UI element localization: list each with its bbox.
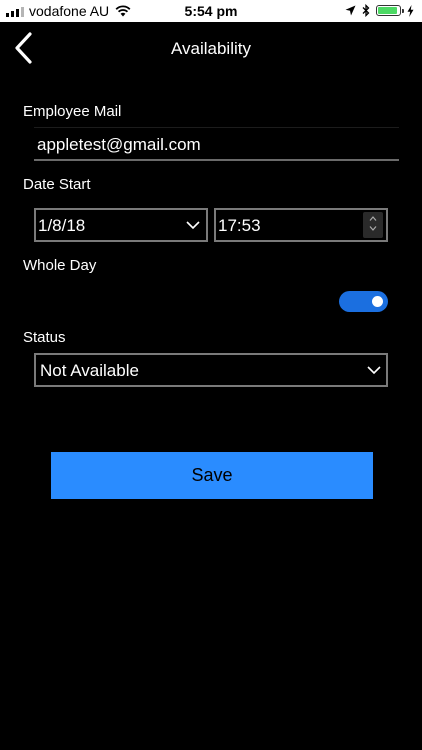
navigation-bar: Availability — [0, 22, 422, 74]
battery-icon — [376, 5, 404, 16]
chevron-down-icon — [367, 366, 381, 375]
status-value: Not Available — [40, 361, 139, 380]
toggle-knob — [372, 296, 383, 307]
status-label: Status — [23, 329, 66, 346]
employee-mail-label: Employee Mail — [23, 103, 122, 120]
status-bar: vodafone AU 5:54 pm — [0, 0, 422, 22]
date-picker[interactable]: 1/8/18 — [34, 208, 208, 242]
whole-day-label: Whole Day — [23, 257, 97, 274]
time-picker[interactable]: 17:53 — [214, 208, 388, 242]
save-button[interactable]: Save — [51, 452, 373, 499]
whole-day-toggle[interactable] — [339, 291, 388, 312]
location-arrow-icon — [345, 5, 356, 16]
date-value: 1/8/18 — [38, 216, 86, 235]
time-stepper[interactable] — [363, 212, 383, 238]
bluetooth-icon — [362, 4, 370, 17]
status-bar-right — [345, 4, 414, 17]
date-start-label: Date Start — [23, 176, 91, 193]
battery-level — [378, 7, 397, 14]
employee-mail-field[interactable]: appletest@gmail.com — [34, 127, 399, 161]
time-value: 17:53 — [218, 216, 261, 235]
chevron-down-icon — [186, 221, 200, 230]
page-title: Availability — [170, 39, 251, 58]
status-select[interactable]: Not Available — [34, 353, 388, 387]
charging-bolt-icon — [407, 4, 414, 17]
employee-mail-value: appletest@gmail.com — [37, 135, 201, 154]
stepper-up-icon[interactable] — [369, 216, 377, 221]
stepper-down-icon[interactable] — [369, 226, 377, 231]
